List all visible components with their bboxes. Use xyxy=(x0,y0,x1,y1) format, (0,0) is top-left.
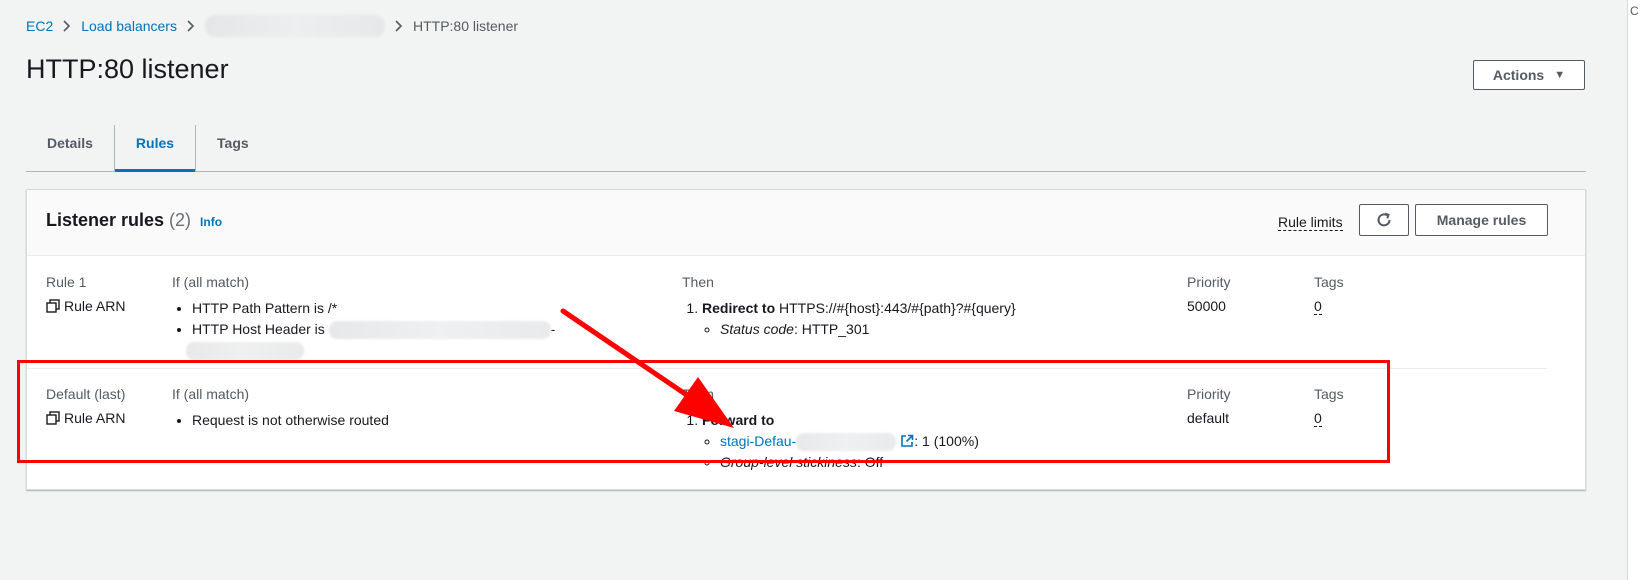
action-list: Redirect to HTTPS://#{host}:443/#{path}?… xyxy=(682,298,1142,340)
tags-label: Tags xyxy=(1314,386,1344,402)
rule-arn-label: Rule ARN xyxy=(64,410,126,426)
actions-button[interactable]: Actions ▼ xyxy=(1473,60,1585,90)
condition-item: HTTP Path Pattern is /* xyxy=(192,298,652,319)
status-code-value: : HTTP_301 xyxy=(793,321,870,337)
rule-name-col: Default (last) Rule ARN xyxy=(46,386,125,426)
refresh-icon xyxy=(1377,212,1391,227)
page-title: HTTP:80 listener xyxy=(26,54,229,84)
condition-host-tail: - xyxy=(550,321,556,337)
action-item: Redirect to HTTPS://#{host}:443/#{path}?… xyxy=(702,298,1142,340)
redirect-target: HTTPS://#{host}:443/#{path}?#{query} xyxy=(779,300,1016,316)
listener-rules-header: Listener rules (2) Info Rule limits Mana… xyxy=(27,190,1585,256)
rule-arn-copy[interactable]: Rule ARN xyxy=(46,410,125,426)
tab-details[interactable]: Details xyxy=(26,125,114,171)
breadcrumb-redacted-load-balancer[interactable] xyxy=(204,15,385,37)
rule-row-default: Default (last) Rule ARN If (all match) R… xyxy=(27,368,1547,486)
then-label: Then xyxy=(682,386,714,402)
target-weight: : 1 (100%) xyxy=(914,433,979,449)
right-edge-strip: C xyxy=(1627,0,1640,580)
edge-glyph-icon: C xyxy=(1630,4,1639,18)
breadcrumb-load-balancers[interactable]: Load balancers xyxy=(81,18,177,34)
rule-name: Rule 1 xyxy=(46,274,87,290)
copy-icon xyxy=(46,411,60,425)
copy-icon xyxy=(46,299,60,313)
tags-count-link[interactable]: 0 xyxy=(1314,411,1322,427)
action-detail: stagi-Defau- : 1 (100%) xyxy=(720,431,1142,452)
action-detail: Group-level stickiness: Off xyxy=(720,452,1142,473)
priority-label: Priority xyxy=(1187,274,1231,290)
chevron-right-icon xyxy=(187,20,195,32)
breadcrumb: EC2 Load balancers HTTP:80 listener xyxy=(26,15,518,37)
action-detail: Status code: HTTP_301 xyxy=(720,319,1142,340)
priority-value: default xyxy=(1187,410,1230,426)
rule-arn-label: Rule ARN xyxy=(64,298,126,314)
breadcrumb-current: HTTP:80 listener xyxy=(412,18,519,34)
condition-list: Request is not otherwise routed xyxy=(172,410,652,431)
condition-item: HTTP Host Header is - xyxy=(186,319,652,361)
priority-value: 50000 xyxy=(1187,298,1226,314)
tags-count-link[interactable]: 0 xyxy=(1314,299,1322,315)
redacted-target-group xyxy=(796,433,897,452)
tab-bar: Details Rules Tags xyxy=(26,125,1586,172)
if-label: If (all match) xyxy=(172,274,250,290)
tab-tags[interactable]: Tags xyxy=(195,125,270,171)
breadcrumb-ec2[interactable]: EC2 xyxy=(26,18,53,34)
target-group-link[interactable]: stagi-Defau- xyxy=(720,433,796,449)
priority-col: Priority default xyxy=(1187,386,1231,426)
chevron-right-icon xyxy=(63,20,71,32)
tab-rules[interactable]: Rules xyxy=(113,125,196,172)
rule-row-1: Rule 1 Rule ARN If (all match) HTTP Path… xyxy=(27,256,1547,369)
condition-list: HTTP Path Pattern is /* HTTP Host Header… xyxy=(172,298,652,361)
manage-rules-button[interactable]: Manage rules xyxy=(1415,204,1548,236)
stickiness-value: : Off xyxy=(856,454,884,470)
status-code-label: Status code xyxy=(720,321,794,337)
refresh-button[interactable] xyxy=(1359,204,1409,236)
redacted-host-value xyxy=(328,321,551,340)
tags-label: Tags xyxy=(1314,274,1344,290)
action-title: Forward to xyxy=(702,412,775,428)
if-label: If (all match) xyxy=(172,386,250,402)
tags-col: Tags 0 xyxy=(1314,274,1344,315)
priority-col: Priority 50000 xyxy=(1187,274,1231,314)
rule-arn-copy[interactable]: Rule ARN xyxy=(46,298,125,314)
rule-conditions-col: If (all match) Request is not otherwise … xyxy=(172,386,652,431)
chevron-right-icon xyxy=(395,20,403,32)
rule-name-col: Rule 1 Rule ARN xyxy=(46,274,125,314)
actions-label: Actions xyxy=(1492,67,1545,83)
caret-down-icon: ▼ xyxy=(1554,69,1566,81)
listener-rules-title-text: Listener rules xyxy=(46,210,165,230)
action-list: Forward to stagi-Defau- : 1 (100%) Group-… xyxy=(682,410,1142,473)
listener-rules-panel: Listener rules (2) Info Rule limits Mana… xyxy=(26,189,1586,490)
stickiness-label: Group-level stickiness xyxy=(720,454,857,470)
redacted-host-value-cont xyxy=(186,342,304,361)
external-link-icon[interactable] xyxy=(900,434,914,448)
rule-conditions-col: If (all match) HTTP Path Pattern is /* H… xyxy=(172,274,652,361)
rule-name: Default (last) xyxy=(46,386,126,402)
condition-host-header: HTTP Host Header is xyxy=(192,321,325,337)
action-item: Forward to stagi-Defau- : 1 (100%) Group-… xyxy=(702,410,1142,473)
rule-actions-col: Then Forward to stagi-Defau- : 1 (100%) G… xyxy=(682,386,1142,473)
rule-limits-link[interactable]: Rule limits xyxy=(1278,214,1343,231)
priority-label: Priority xyxy=(1187,386,1231,402)
listener-rules-count: (2) xyxy=(169,210,192,230)
tags-col: Tags 0 xyxy=(1314,386,1344,427)
info-link[interactable]: Info xyxy=(200,215,222,229)
then-label: Then xyxy=(682,274,714,290)
rule-actions-col: Then Redirect to HTTPS://#{host}:443/#{p… xyxy=(682,274,1142,340)
action-title: Redirect to xyxy=(702,300,776,316)
listener-rules-title: Listener rules (2) Info xyxy=(46,210,222,231)
condition-item: Request is not otherwise routed xyxy=(192,410,652,431)
